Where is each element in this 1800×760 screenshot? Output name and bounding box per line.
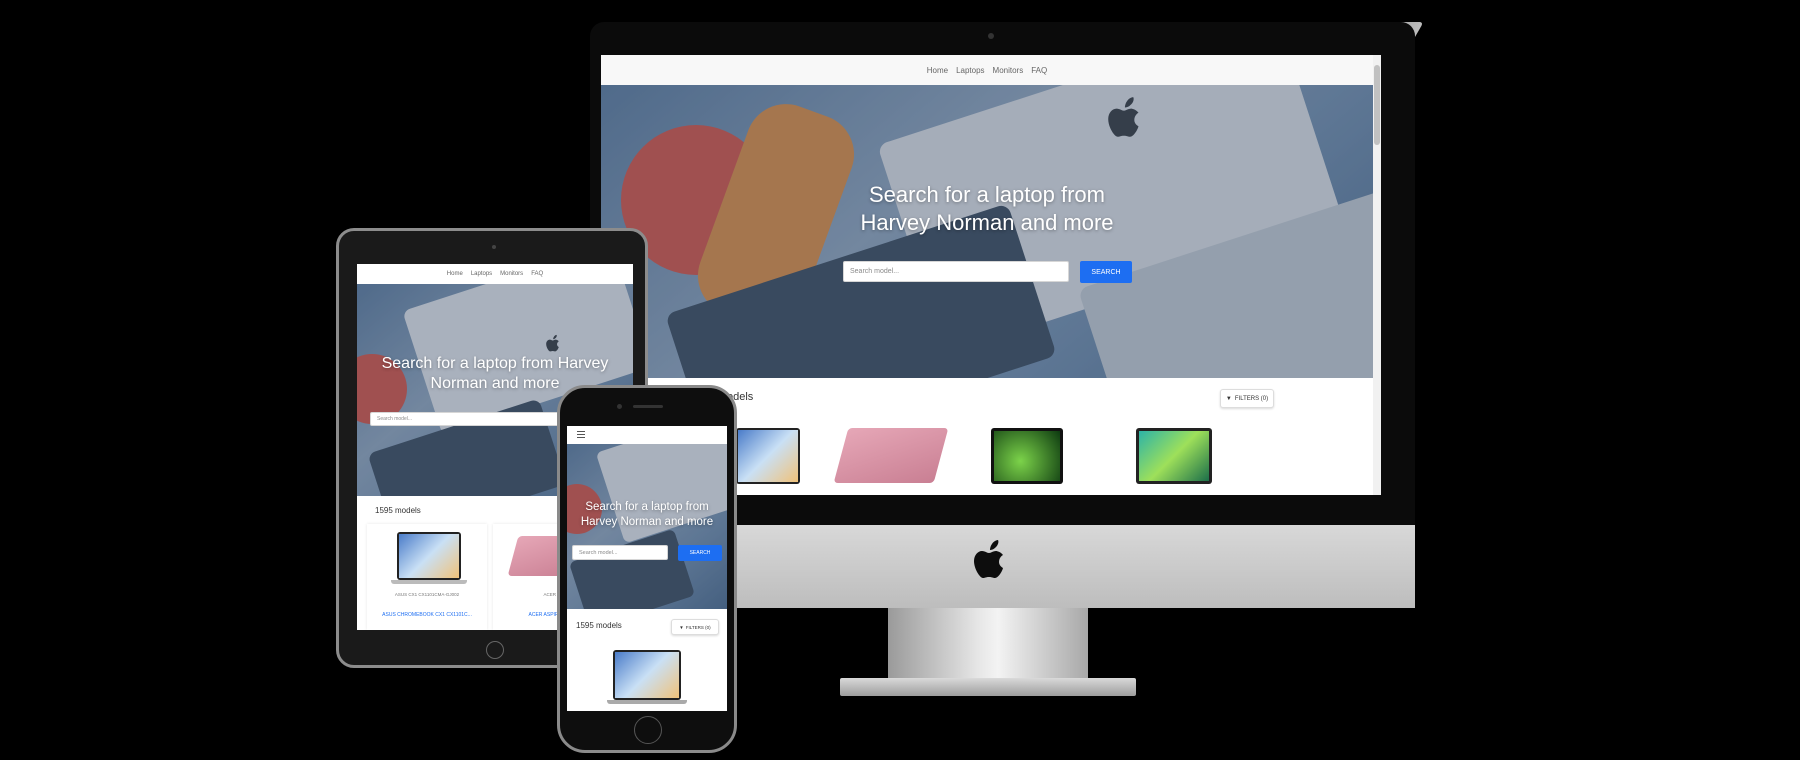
phone-models-count: 1595 models	[576, 621, 622, 630]
desktop-search-button[interactable]: SEARCH	[1080, 261, 1132, 283]
imac-camera	[988, 33, 994, 39]
tablet-nav: Home Laptops Monitors FAQ	[357, 264, 633, 284]
tablet-product-card[interactable]: ASUS CX1 CX1101CMA-GJ002 ASUS CHROMEBOOK…	[367, 524, 487, 630]
desktop-search-input[interactable]: Search model...	[843, 261, 1069, 282]
tablet-card1-link[interactable]: ASUS CHROMEBOOK CX1 CX1101C...	[367, 612, 487, 618]
nav-laptops[interactable]: Laptops	[471, 271, 492, 277]
tablet-card1-sub: ASUS CX1 CX1101CMA-GJ002	[394, 592, 460, 597]
iphone-screen: Search for a laptop from Harvey Norman a…	[567, 426, 727, 711]
desktop-filters-button[interactable]: ▼ FILTERS (0)	[1220, 389, 1274, 408]
laptop-base	[391, 580, 467, 584]
ipad-home-button[interactable]	[486, 641, 504, 659]
desktop-hero-title: Search for a laptop from Harvey Norman a…	[601, 181, 1373, 237]
laptop-base	[607, 700, 687, 704]
phone-hero: Search for a laptop from Harvey Norman a…	[567, 444, 727, 609]
phone-search-input[interactable]: Search model...	[572, 545, 668, 560]
iphone-home-button[interactable]	[634, 716, 662, 744]
nav-laptops[interactable]: Laptops	[956, 66, 984, 75]
filter-icon: ▼	[1225, 395, 1232, 402]
desktop-hero-title-line2: Harvey Norman and more	[860, 210, 1114, 235]
nav-monitors[interactable]: Monitors	[993, 66, 1024, 75]
phone-nav	[567, 426, 727, 444]
phone-hero-title-line2: Harvey Norman and more	[580, 516, 714, 528]
desktop-product-card[interactable]	[736, 428, 806, 490]
nav-faq[interactable]: FAQ	[531, 271, 543, 277]
imac-stand-base	[840, 678, 1136, 696]
laptop-screen	[736, 428, 800, 484]
nav-monitors[interactable]: Monitors	[500, 271, 523, 277]
nav-home[interactable]: Home	[927, 66, 948, 75]
nav-faq[interactable]: FAQ	[1031, 66, 1047, 75]
pink-laptop	[833, 428, 949, 483]
apple-logo-icon	[972, 538, 1012, 584]
tablet-search-input[interactable]: Search model...	[370, 412, 560, 426]
desktop-scrollbar-thumb[interactable]	[1374, 65, 1380, 145]
laptop-screen	[991, 428, 1063, 484]
desktop-nav: Home Laptops Monitors FAQ	[601, 55, 1373, 85]
hamburger-icon[interactable]	[577, 431, 585, 438]
filter-icon: ▼	[679, 624, 684, 630]
desktop-scrollbar[interactable]	[1373, 55, 1381, 495]
laptop-screen	[613, 650, 681, 700]
desktop-hero: Search for a laptop from Harvey Norman a…	[601, 85, 1373, 378]
desktop-product-card[interactable]	[833, 428, 951, 490]
phone-search-button[interactable]: SEARCH	[678, 545, 722, 561]
phone-filters-button[interactable]: ▼ FILTERS (0)	[671, 619, 719, 635]
phone-filters-label: FILTERS (0)	[685, 624, 711, 630]
desktop-filters-label: FILTERS (0)	[1234, 395, 1269, 402]
desktop-product-card[interactable]	[991, 428, 1067, 490]
desktop-product-card[interactable]	[1136, 428, 1216, 490]
tablet-models-count: 1595 models	[375, 506, 421, 515]
iphone-speaker	[633, 405, 663, 408]
phone-product-card[interactable]	[607, 650, 687, 710]
iphone-camera	[617, 404, 622, 409]
desktop-hero-title-line1: Search for a laptop from	[868, 182, 1105, 207]
nav-home[interactable]: Home	[447, 271, 463, 277]
ipad-camera	[492, 245, 496, 249]
phone-hero-title-line1: Search for a laptop from	[585, 501, 709, 513]
laptop-screen	[397, 532, 461, 580]
phone-hero-title: Search for a laptop from Harvey Norman a…	[567, 500, 727, 530]
tablet-hero-title-line1: Search for a laptop from Harvey	[381, 355, 609, 372]
imac-stand	[888, 608, 1088, 678]
laptop-screen	[1136, 428, 1212, 484]
